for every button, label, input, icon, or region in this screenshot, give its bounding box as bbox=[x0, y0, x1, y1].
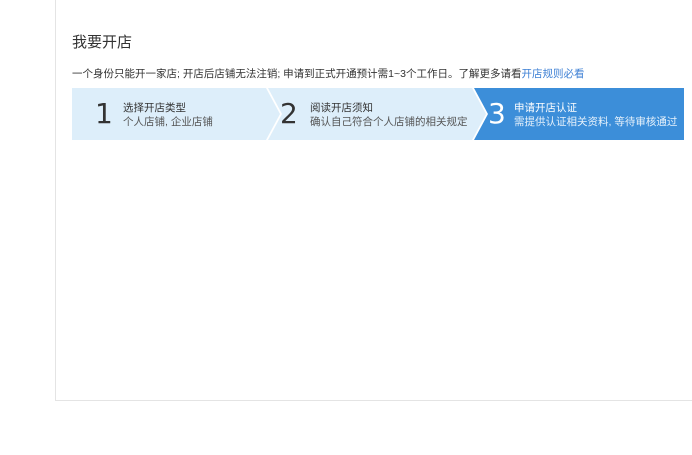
step-2: 2 阅读开店须知 确认自己符合个人店铺的相关规定 bbox=[268, 88, 472, 140]
main-panel: 我要开店 一个身份只能开一家店; 开店后店铺无法注销; 申请到正式开通预计需1~… bbox=[55, 0, 692, 401]
step-3: 3 申请开店认证 需提供认证相关资料, 等待审核通过 bbox=[474, 88, 684, 140]
step-1-title: 选择开店类型 bbox=[123, 102, 186, 114]
step-1-subtitle: 个人店铺, 企业店铺 bbox=[123, 116, 213, 128]
step-wizard: 1 选择开店类型 个人店铺, 企业店铺 2 阅读开店须知 确认自己符合个人店铺的… bbox=[72, 88, 684, 140]
step-1-number: 1 bbox=[95, 97, 113, 130]
step-3-subtitle: 需提供认证相关资料, 等待审核通过 bbox=[514, 116, 678, 128]
intro-text: 一个身份只能开一家店; 开店后店铺无法注销; 申请到正式开通预计需1~3个工作日… bbox=[72, 68, 585, 80]
step-3-title: 申请开店认证 bbox=[514, 102, 577, 114]
step-2-subtitle: 确认自己符合个人店铺的相关规定 bbox=[310, 116, 468, 128]
step-2-title: 阅读开店须知 bbox=[310, 102, 373, 114]
step-1: 1 选择开店类型 个人店铺, 企业店铺 bbox=[72, 88, 266, 140]
step-3-number: 3 bbox=[488, 97, 506, 130]
page-title: 我要开店 bbox=[72, 34, 133, 51]
shop-rules-link[interactable]: 开店规则必看 bbox=[521, 68, 584, 80]
step-2-number: 2 bbox=[280, 97, 298, 130]
